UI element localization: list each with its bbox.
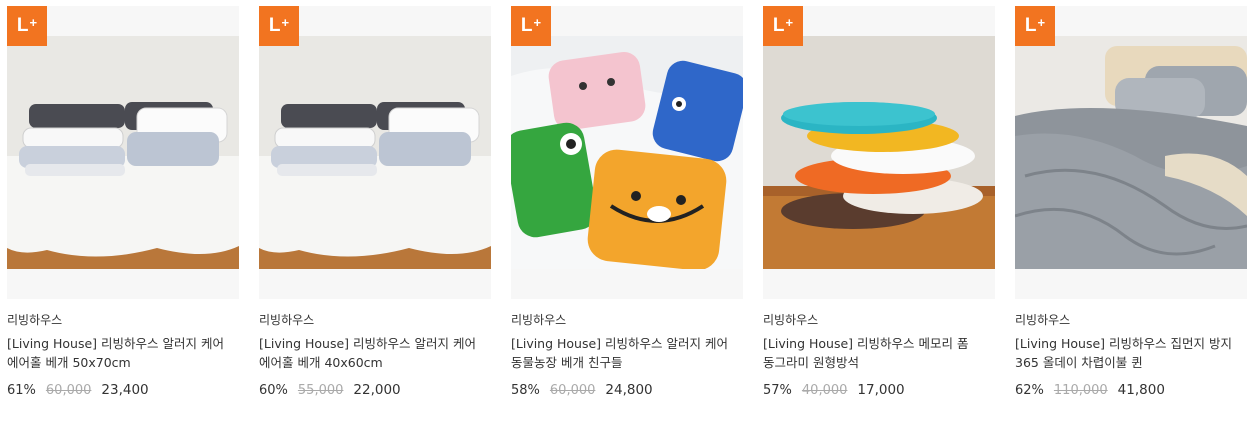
product-thumbnail[interactable]: L + (511, 6, 743, 299)
product-title[interactable]: [Living House] 리빙하우스 메모리 폼 동그라미 원형방석 (763, 334, 985, 372)
animal-pillows-photo (511, 36, 743, 269)
product-title[interactable]: [Living House] 리빙하우스 알러지 케어 에어홀 베개 50x70… (7, 334, 229, 372)
discount-rate: 62% (1015, 383, 1044, 398)
product-brand: 리빙하우스 (763, 313, 819, 327)
discount-rate: 61% (7, 383, 36, 398)
sale-price: 17,000 (857, 382, 905, 398)
product-brand: 리빙하우스 (259, 313, 315, 327)
price-row: 60% 55,000 22,000 (259, 382, 491, 398)
product-title[interactable]: [Living House] 리빙하우스 알러지 케어 동물농장 베개 친구들 (511, 334, 733, 372)
original-price: 60,000 (549, 383, 596, 398)
product-brand: 리빙하우스 (7, 313, 63, 327)
product-card[interactable]: L + 리빙하우스 [Living House] 리빙하우스 알러지 케어 동물농… (511, 6, 743, 398)
product-card[interactable]: L + 리빙하우스 [Living House] 리빙하우스 메모리 폼 동그라미… (763, 6, 995, 398)
product-card[interactable]: L + 리빙하우스 [Living House] 리빙하우스 알러지 케어 에어홀… (259, 6, 491, 398)
lplus-badge: L + (259, 6, 299, 46)
discount-rate: 58% (511, 383, 540, 398)
product-brand: 리빙하우스 (1015, 313, 1071, 327)
product-card[interactable]: L + 리빙하우스 [Living House] 리빙하우스 알러지 케어 에어홀… (7, 6, 239, 398)
sale-price: 24,800 (605, 382, 653, 398)
bed-pillows-photo (259, 36, 491, 269)
sale-price: 23,400 (101, 382, 149, 398)
product-thumbnail[interactable]: L + (763, 6, 995, 299)
product-thumbnail[interactable]: L + (1015, 6, 1247, 299)
product-title[interactable]: [Living House] 리빙하우스 집먼지 방지 365 올데이 차렵이불… (1015, 334, 1237, 372)
product-card[interactable]: L + 리빙하우스 [Living House] 리빙하우스 집먼지 방지 365… (1015, 6, 1247, 398)
discount-rate: 57% (763, 383, 792, 398)
product-title[interactable]: [Living House] 리빙하우스 알러지 케어 에어홀 베개 40x60… (259, 334, 481, 372)
product-brand: 리빙하우스 (511, 313, 567, 327)
lplus-badge: L + (7, 6, 47, 46)
round-cushions-photo (763, 36, 995, 269)
product-grid: L + 리빙하우스 [Living House] 리빙하우스 알러지 케어 에어홀… (7, 6, 1247, 398)
product-thumbnail[interactable]: L + (7, 6, 239, 299)
discount-rate: 60% (259, 383, 288, 398)
lplus-badge: L + (511, 6, 551, 46)
bed-pillows-photo (7, 36, 239, 269)
price-row: 58% 60,000 24,800 (511, 382, 743, 398)
comforter-photo (1015, 36, 1247, 269)
original-price: 110,000 (1053, 383, 1108, 398)
lplus-badge: L + (763, 6, 803, 46)
price-row: 62% 110,000 41,800 (1015, 382, 1247, 398)
price-row: 61% 60,000 23,400 (7, 382, 239, 398)
sale-price: 41,800 (1117, 382, 1165, 398)
price-row: 57% 40,000 17,000 (763, 382, 995, 398)
lplus-badge: L + (1015, 6, 1055, 46)
product-thumbnail[interactable]: L + (259, 6, 491, 299)
sale-price: 22,000 (353, 382, 401, 398)
original-price: 40,000 (801, 383, 848, 398)
original-price: 55,000 (297, 383, 344, 398)
original-price: 60,000 (45, 383, 92, 398)
